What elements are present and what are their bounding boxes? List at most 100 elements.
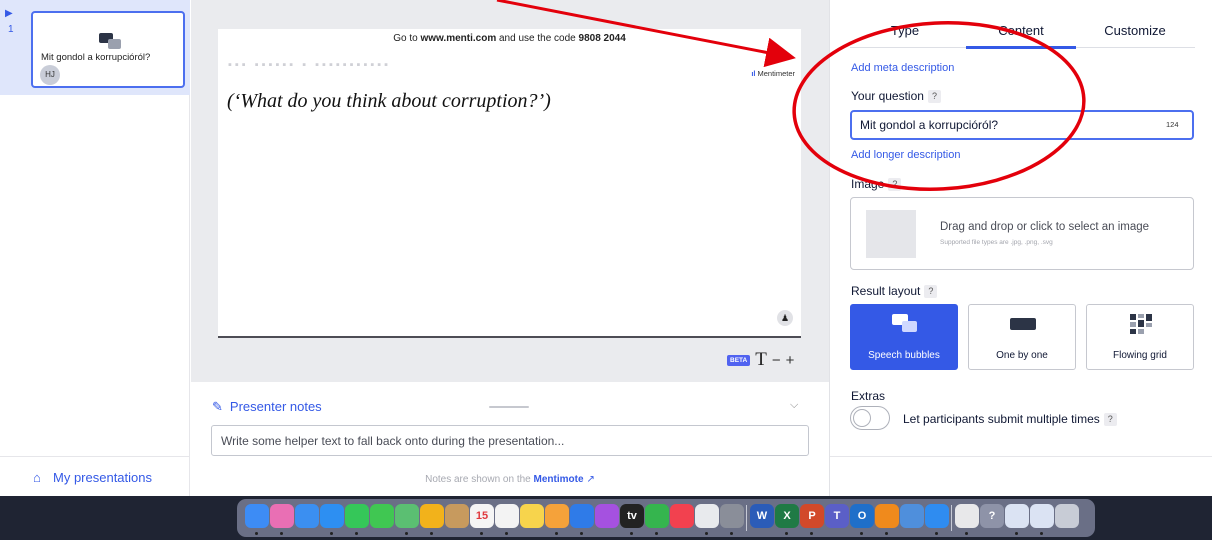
join-instruction: Go to www.menti.com and use the code 980… [218, 33, 801, 44]
chevron-down-icon[interactable]: ⌵ [790, 399, 798, 412]
keynote-icon[interactable] [570, 504, 594, 528]
running-indicator [505, 532, 508, 535]
numbers-icon[interactable] [645, 504, 669, 528]
running-indicator [480, 532, 483, 535]
help-icon[interactable]: ? [924, 285, 938, 298]
font-size-controls: BETA T − + [727, 350, 794, 370]
preview-icon[interactable] [900, 504, 924, 528]
system-settings-icon[interactable] [720, 504, 744, 528]
notes-icon[interactable] [520, 504, 544, 528]
add-longer-description-link[interactable]: Add longer description [851, 149, 960, 161]
decrease-font-button[interactable]: − [772, 352, 781, 369]
tab-customize[interactable]: Customize [1080, 23, 1190, 38]
excel-icon[interactable]: X [775, 504, 799, 528]
teams-icon[interactable]: T [825, 504, 849, 528]
photos-icon[interactable] [420, 504, 444, 528]
layout-flowing-grid[interactable]: Flowing grid [1086, 304, 1194, 370]
outlook-icon[interactable]: O [850, 504, 874, 528]
maps-icon[interactable] [395, 504, 419, 528]
question-label: Your question? [851, 89, 941, 103]
thumbnail-title: Mit gondol a korrupcióról? [41, 52, 151, 63]
document-icon[interactable] [955, 504, 979, 528]
result-layout-label: Result layout? [851, 284, 938, 298]
brand-name: Mentimeter [757, 69, 795, 78]
finder-icon[interactable] [245, 504, 269, 528]
freeform-icon[interactable] [545, 504, 569, 528]
presenter-notes-input[interactable] [211, 425, 809, 456]
tab-content[interactable]: Content [966, 23, 1076, 38]
launchpad-icon[interactable] [270, 504, 294, 528]
settings-panel: Type Content Customize Add meta descript… [829, 0, 1212, 496]
increase-font-button[interactable]: + [786, 352, 795, 369]
home-icon: ⌂ [33, 470, 41, 485]
my-presentations-label: My presentations [53, 470, 152, 485]
person-icon[interactable]: ♟ [777, 310, 793, 326]
external-link-icon[interactable]: ↗ [587, 474, 595, 485]
mentimeter-logo: ıl Mentimeter [751, 69, 795, 78]
layout-label: One by one [996, 350, 1048, 361]
window-icon[interactable] [1005, 504, 1029, 528]
help-icon[interactable]: ? [927, 90, 941, 103]
help-icon[interactable]: ? [1103, 413, 1117, 426]
layout-one-by-one[interactable]: One by one [968, 304, 1076, 370]
calendar-icon[interactable]: 15 [470, 504, 494, 528]
running-indicator [965, 532, 968, 535]
image-dropzone[interactable]: Drag and drop or click to select an imag… [850, 197, 1194, 270]
toggle-knob [853, 409, 871, 427]
join-middle: and use the code [496, 33, 579, 44]
slide-preview[interactable]: Go to www.menti.com and use the code 980… [218, 29, 801, 338]
tab-type[interactable]: Type [850, 23, 960, 38]
dock-separator [746, 505, 747, 531]
result-layout-label-text: Result layout [851, 284, 921, 298]
single-card-icon [1010, 318, 1036, 330]
running-indicator [355, 532, 358, 535]
messages-icon[interactable] [370, 504, 394, 528]
vlc-icon[interactable] [875, 504, 899, 528]
speech-bubbles-icon [99, 33, 121, 49]
mentimote-link[interactable]: Mentimote [534, 474, 584, 485]
resize-handle[interactable] [489, 406, 529, 408]
play-triangle-icon[interactable]: ▶ [5, 8, 13, 20]
notes-footer: Notes are shown on the Mentimote ↗ [191, 474, 829, 485]
facetime-icon[interactable] [345, 504, 369, 528]
mail-icon[interactable] [295, 504, 319, 528]
multiple-submissions-text: Let participants submit multiple times [903, 412, 1100, 426]
slide-editor: Go to www.menti.com and use the code 980… [191, 0, 829, 382]
layout-speech-bubbles[interactable]: Speech bubbles [850, 304, 958, 370]
apple-tv-icon[interactable]: tv [620, 504, 644, 528]
trash-icon[interactable] [1055, 504, 1079, 528]
join-code: 9808 2044 [578, 33, 626, 44]
podcasts-icon[interactable] [595, 504, 619, 528]
image-label: Image? [851, 177, 902, 191]
slide-thumbnail[interactable]: Mit gondol a korrupcióról? HJ [31, 11, 185, 88]
safari-icon[interactable] [925, 504, 949, 528]
presenter-notes-header[interactable]: ✎ Presenter notes [212, 399, 322, 415]
help-icon[interactable]: ? [888, 178, 902, 191]
panel-tabs: Type Content Customize [850, 14, 1195, 49]
running-indicator [555, 532, 558, 535]
multiple-submissions-toggle[interactable] [850, 406, 890, 430]
macos-dock: 15 tv W X P T O? [237, 499, 1095, 537]
running-indicator [630, 532, 633, 535]
window-2-icon[interactable] [1030, 504, 1054, 528]
chrome-icon[interactable] [695, 504, 719, 528]
word-icon[interactable]: W [750, 504, 774, 528]
reminders-icon[interactable] [495, 504, 519, 528]
music-icon[interactable] [670, 504, 694, 528]
contacts-icon[interactable] [445, 504, 469, 528]
question-input[interactable] [850, 110, 1194, 140]
running-indicator [810, 532, 813, 535]
running-indicator [785, 532, 788, 535]
speech-bubbles-icon [892, 314, 917, 332]
powerpoint-icon[interactable]: P [800, 504, 824, 528]
my-presentations-link[interactable]: ⌂ My presentations [33, 470, 152, 485]
app-store-icon[interactable] [320, 504, 344, 528]
running-indicator [255, 532, 258, 535]
dropzone-hint: Supported file types are .jpg, .png, .sv… [940, 239, 1053, 246]
question-label-text: Your question [851, 89, 924, 103]
help-icon[interactable]: ? [980, 504, 1004, 528]
running-indicator [280, 532, 283, 535]
character-counter: 124 [1166, 120, 1179, 129]
app-window: ▶ 1 Mit gondol a korrupcióról? HJ ⌂ My pr… [0, 0, 1212, 540]
add-meta-description-link[interactable]: Add meta description [851, 62, 954, 74]
